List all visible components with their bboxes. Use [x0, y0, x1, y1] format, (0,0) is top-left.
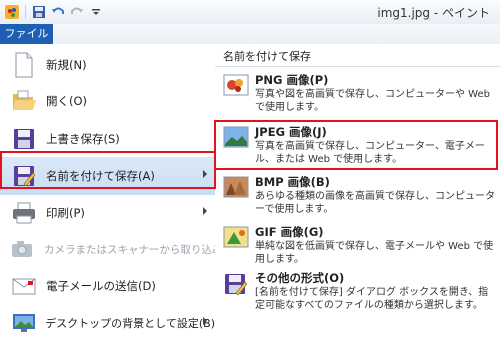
menu-item-label: カメラまたはスキャナーから取り込み(M) — [44, 243, 240, 256]
redo-icon[interactable] — [69, 4, 85, 20]
format-description: あらゆる種類の画像を高画質で保存し、コンピューターで使用します。 — [255, 191, 495, 215]
format-item-png[interactable]: PNG 画像(P) 写真や図を高画質で保存し、コンピューターや Web で使用し… — [215, 70, 500, 116]
submenu-arrow-icon — [203, 207, 207, 215]
format-name: BMP 画像(B) — [255, 175, 330, 189]
email-icon — [10, 272, 38, 300]
save-floppy-icon — [10, 125, 38, 153]
desktop-background-icon — [10, 309, 37, 337]
bmp-image-icon — [223, 176, 249, 198]
menu-item-label: 電子メールの送信(D) — [46, 279, 156, 293]
highlight-save-as — [0, 151, 216, 189]
other-format-icon — [223, 272, 249, 296]
undo-icon[interactable] — [50, 4, 66, 20]
title-bar: img1.jpg - ペイント — [0, 0, 500, 25]
format-name: GIF 画像(G) — [255, 225, 324, 239]
ribbon-tabs: ファイル — [0, 24, 500, 44]
quick-access-toolbar — [4, 4, 104, 20]
format-description: 単純な図を低画質で保存し、電子メールや Web で使用します。 — [255, 241, 494, 265]
submenu-arrow-icon — [203, 317, 207, 325]
menu-item-new[interactable]: 新規(N) — [0, 46, 215, 84]
format-description: [名前を付けて保存] ダイアログ ボックスを開き、指定可能なすべてのファイルの種… — [255, 287, 489, 311]
toolbar-separator — [25, 5, 26, 19]
format-name: PNG 画像(P) — [255, 73, 329, 87]
format-item-bmp[interactable]: BMP 画像(B) あらゆる種類の画像を高画質で保存し、コンピューターで使用しま… — [215, 172, 500, 218]
save-icon[interactable] — [31, 4, 47, 20]
gif-image-icon — [223, 226, 249, 248]
save-as-submenu: 名前を付けて保存 PNG 画像(P) 写真や図を高画質で保存し、コンピューターや… — [215, 44, 500, 339]
menu-item-label: デスクトップの背景として設定(B) — [45, 317, 215, 330]
printer-icon — [10, 199, 38, 227]
open-folder-icon — [10, 87, 38, 115]
camera-scanner-icon — [10, 235, 36, 263]
menu-item-open[interactable]: 開く(O) — [0, 82, 215, 120]
customize-toolbar-icon[interactable] — [88, 4, 104, 20]
highlight-jpeg — [214, 120, 498, 170]
file-tab[interactable]: ファイル — [0, 24, 53, 44]
menu-item-label: 開く(O) — [46, 94, 88, 108]
format-description: 写真や図を高画質で保存し、コンピューターや Web で使用します。 — [255, 89, 490, 113]
menu-item-label: 印刷(P) — [46, 206, 85, 220]
format-name: その他の形式(O) — [255, 271, 345, 285]
menu-item-label: 新規(N) — [46, 58, 87, 72]
paint-app-icon[interactable] — [4, 4, 20, 20]
menu-item-import-from-camera[interactable]: カメラまたはスキャナーから取り込み(M) — [0, 230, 240, 268]
png-image-icon — [223, 74, 249, 96]
format-item-gif[interactable]: GIF 画像(G) 単純な図を低画質で保存し、電子メールや Web で使用します… — [215, 222, 500, 268]
submenu-header: 名前を付けて保存 — [215, 44, 500, 67]
menu-item-print[interactable]: 印刷(P) — [0, 194, 215, 232]
menu-item-set-desktop-background[interactable]: デスクトップの背景として設定(B) — [0, 304, 215, 342]
menu-item-label: 上書き保存(S) — [46, 132, 120, 146]
window-title: img1.jpg - ペイント — [377, 6, 490, 20]
new-document-icon — [10, 51, 38, 79]
submenu-header-label: 名前を付けて保存 — [223, 50, 311, 63]
file-menu: 新規(N) 開く(O) 上書き保存(S) 名前を付けて保存(A) 印刷(P) カ… — [0, 44, 240, 342]
format-item-other[interactable]: その他の形式(O) [名前を付けて保存] ダイアログ ボックスを開き、指定可能な… — [215, 268, 500, 314]
menu-item-send-email[interactable]: 電子メールの送信(D) — [0, 267, 215, 305]
